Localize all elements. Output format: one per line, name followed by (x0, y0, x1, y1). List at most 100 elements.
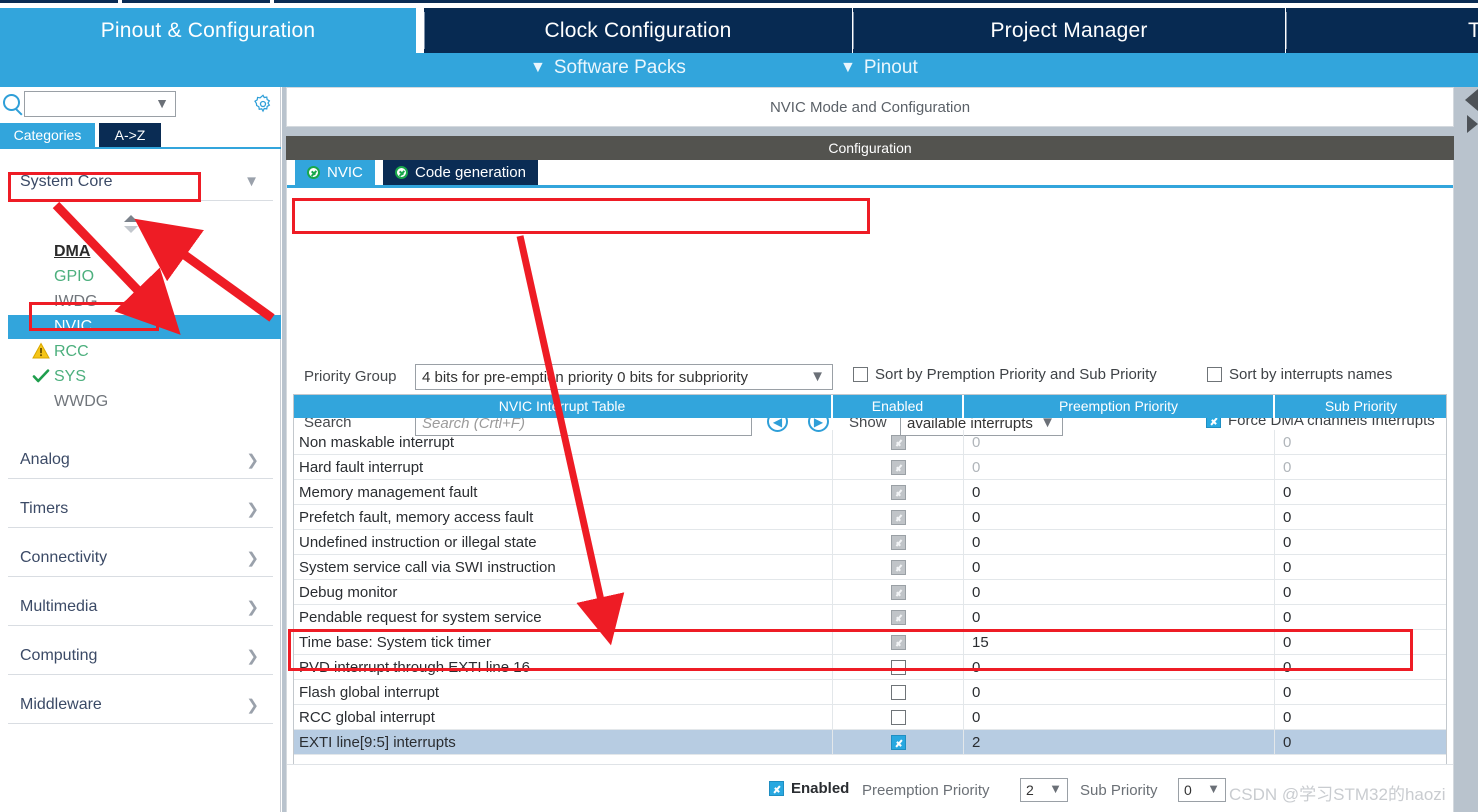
scroll-right-arrow-icon[interactable] (1467, 115, 1478, 133)
tab-categories[interactable]: Categories (0, 123, 95, 147)
cell-enabled[interactable] (833, 630, 964, 654)
cell-sub-priority[interactable]: 0 (1275, 530, 1447, 554)
category-timers[interactable]: Timers ❯ (8, 490, 273, 528)
tab-nvic[interactable]: NVIC (295, 160, 375, 185)
enabled-checkbox[interactable] (890, 709, 906, 725)
cell-enabled[interactable] (833, 505, 964, 529)
table-row[interactable]: EXTI line[9:5] interrupts 2 0 (293, 730, 1447, 755)
enabled-checkbox[interactable] (890, 659, 906, 675)
cell-enabled[interactable] (833, 455, 964, 479)
cell-preemption-priority[interactable]: 0 (964, 555, 1275, 579)
column-header-preemption[interactable]: Preemption Priority (964, 394, 1275, 418)
cell-preemption-priority[interactable]: 0 (964, 480, 1275, 504)
table-row[interactable]: System service call via SWI instruction 0… (293, 555, 1447, 580)
cell-sub-priority[interactable]: 0 (1275, 430, 1447, 454)
category-computing[interactable]: Computing ❯ (8, 637, 273, 675)
enabled-checkbox[interactable] (890, 434, 906, 450)
category-system-core-header[interactable]: System Core ▼ (8, 163, 273, 201)
peripheral-nvic[interactable]: NVIC (8, 315, 281, 339)
category-multimedia[interactable]: Multimedia ❯ (8, 588, 273, 626)
cell-sub-priority[interactable]: 0 (1275, 555, 1447, 579)
table-row[interactable]: Flash global interrupt 0 0 (293, 680, 1447, 705)
column-header-enabled[interactable]: Enabled (833, 394, 964, 418)
table-row[interactable]: Hard fault interrupt 0 0 (293, 455, 1447, 480)
tab-tools[interactable]: T (1286, 8, 1478, 53)
peripheral-dma[interactable]: DMA (8, 240, 281, 264)
tab-project-manager[interactable]: Project Manager (853, 8, 1285, 53)
enabled-checkbox-row[interactable]: Enabled (769, 780, 849, 797)
category-computing-header[interactable]: Computing ❯ (8, 637, 273, 675)
pinout-menu[interactable]: ▼ Pinout (840, 57, 918, 79)
cell-sub-priority[interactable]: 0 (1275, 455, 1447, 479)
enabled-checkbox[interactable] (890, 484, 906, 500)
cell-enabled[interactable] (833, 430, 964, 454)
column-header-name[interactable]: NVIC Interrupt Table (293, 394, 833, 418)
table-row[interactable]: PVD interrupt through EXTI line 16 0 0 (293, 655, 1447, 680)
enabled-checkbox[interactable] (890, 509, 906, 525)
enabled-checkbox[interactable] (890, 584, 906, 600)
column-header-sub[interactable]: Sub Priority (1275, 394, 1447, 418)
table-row[interactable]: RCC global interrupt 0 0 (293, 705, 1447, 730)
cell-preemption-priority[interactable]: 0 (964, 580, 1275, 604)
table-row[interactable]: Time base: System tick timer 15 0 (293, 630, 1447, 655)
enabled-checkbox[interactable] (890, 459, 906, 475)
enabled-checkbox[interactable] (890, 684, 906, 700)
category-middleware-header[interactable]: Middleware ❯ (8, 686, 273, 724)
cell-preemption-priority[interactable]: 0 (964, 430, 1275, 454)
peripheral-wwdg[interactable]: WWDG (8, 390, 281, 414)
priority-group-select[interactable]: 4 bits for pre-emption priority 0 bits f… (415, 364, 833, 390)
table-row[interactable]: Undefined instruction or illegal state 0 0 (293, 530, 1447, 555)
cell-enabled[interactable] (833, 730, 964, 754)
table-row[interactable]: Memory management fault 0 0 (293, 480, 1447, 505)
cell-enabled[interactable] (833, 580, 964, 604)
peripheral-iwdg[interactable]: IWDG (8, 290, 281, 314)
cell-preemption-priority[interactable]: 0 (964, 530, 1275, 554)
cell-preemption-priority[interactable]: 0 (964, 705, 1275, 729)
cell-sub-priority[interactable]: 0 (1275, 655, 1447, 679)
table-row[interactable]: Prefetch fault, memory access fault 0 0 (293, 505, 1447, 530)
category-middleware[interactable]: Middleware ❯ (8, 686, 273, 724)
enabled-checkbox[interactable] (890, 559, 906, 575)
cell-preemption-priority[interactable]: 15 (964, 630, 1275, 654)
category-analog[interactable]: Analog ❯ (8, 441, 273, 479)
cell-preemption-priority[interactable]: 0 (964, 455, 1275, 479)
tab-a-to-z[interactable]: A->Z (99, 123, 161, 147)
scroll-left-arrow-icon[interactable] (1465, 89, 1478, 111)
peripheral-gpio[interactable]: GPIO (8, 265, 281, 289)
cell-sub-priority[interactable]: 0 (1275, 630, 1447, 654)
sort-premption-checkbox[interactable] (853, 367, 868, 382)
tab-pinout-configuration[interactable]: Pinout & Configuration (0, 8, 416, 53)
cell-sub-priority[interactable]: 0 (1275, 580, 1447, 604)
preemption-priority-select[interactable]: 2 ▼ (1020, 778, 1068, 802)
category-multimedia-header[interactable]: Multimedia ❯ (8, 588, 273, 626)
gear-icon[interactable] (253, 94, 273, 114)
tab-clock-configuration[interactable]: Clock Configuration (424, 8, 852, 53)
enabled-checkbox[interactable] (769, 781, 784, 796)
cell-enabled[interactable] (833, 680, 964, 704)
enabled-checkbox[interactable] (890, 734, 906, 750)
cell-sub-priority[interactable]: 0 (1275, 730, 1447, 754)
enabled-checkbox[interactable] (890, 609, 906, 625)
cell-sub-priority[interactable]: 0 (1275, 480, 1447, 504)
cell-sub-priority[interactable]: 0 (1275, 705, 1447, 729)
category-connectivity[interactable]: Connectivity ❯ (8, 539, 273, 577)
cell-preemption-priority[interactable]: 0 (964, 655, 1275, 679)
cell-sub-priority[interactable]: 0 (1275, 605, 1447, 629)
cell-enabled[interactable] (833, 605, 964, 629)
category-analog-header[interactable]: Analog ❯ (8, 441, 273, 479)
table-row[interactable]: Pendable request for system service 0 0 (293, 605, 1447, 630)
peripheral-sys[interactable]: SYS (8, 365, 281, 389)
sub-priority-select[interactable]: 0 ▼ (1178, 778, 1226, 802)
tab-code-generation[interactable]: Code generation (383, 160, 538, 185)
cell-enabled[interactable] (833, 480, 964, 504)
cell-enabled[interactable] (833, 655, 964, 679)
cell-enabled[interactable] (833, 530, 964, 554)
software-packs-menu[interactable]: ▼ Software Packs (530, 57, 686, 79)
peripheral-rcc[interactable]: RCC (8, 340, 281, 364)
spinner-up-icon[interactable] (124, 215, 138, 222)
cell-enabled[interactable] (833, 705, 964, 729)
enabled-checkbox[interactable] (890, 634, 906, 650)
cell-sub-priority[interactable]: 0 (1275, 680, 1447, 704)
spinner-down-icon[interactable] (124, 226, 138, 233)
cell-preemption-priority[interactable]: 0 (964, 605, 1275, 629)
